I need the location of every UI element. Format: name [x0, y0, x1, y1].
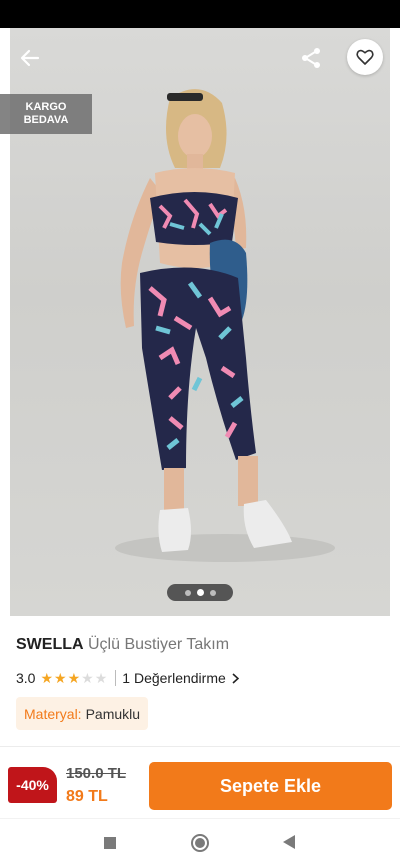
material-tag: Materyal: Pamuklu [16, 697, 149, 730]
rating-divider [115, 670, 117, 686]
nav-back-icon[interactable] [283, 835, 295, 849]
product-brand[interactable]: SWELLA [16, 636, 84, 653]
recents-icon[interactable] [104, 837, 116, 849]
section-divider [0, 746, 400, 747]
favorite-button[interactable] [347, 39, 383, 75]
free-shipping-line1: KARGO [25, 101, 67, 113]
rating-row: 3.0 ★ ★ ★ ★ ★ 1 Değerlendirme [16, 668, 239, 688]
add-to-cart-button[interactable]: Sepete Ekle [149, 762, 392, 810]
gallery-dot-active[interactable] [196, 589, 204, 596]
reviews-label: 1 Değerlendirme [122, 670, 226, 686]
chevron-right-icon [232, 672, 239, 684]
status-bar [0, 0, 400, 28]
rating-stars: ★ ★ ★ ★ ★ [40, 671, 107, 685]
share-icon [302, 48, 320, 68]
product-name: Üçlü Bustiyer Takım [88, 636, 230, 653]
back-button[interactable] [16, 44, 44, 72]
free-shipping-badge: KARGO BEDAVA [0, 94, 92, 134]
product-title: SWELLA Üçlü Bustiyer Takım [16, 636, 229, 654]
star-empty-icon: ★ [81, 670, 94, 686]
heart-icon [356, 49, 374, 65]
gallery-dot[interactable] [209, 589, 216, 596]
free-shipping-line2: BEDAVA [23, 114, 69, 126]
star-filled-icon: ★ [40, 670, 54, 686]
star-filled-icon: ★ [67, 670, 81, 686]
gallery-dot[interactable] [184, 589, 191, 596]
home-icon[interactable] [191, 834, 209, 852]
old-price: 150.0 TL [66, 765, 127, 782]
star-filled-icon: ★ [54, 670, 67, 686]
gallery-pagination[interactable] [167, 584, 233, 601]
material-label: Materyal: [24, 705, 82, 722]
discount-badge: -40% [8, 767, 57, 803]
new-price: 89 TL [66, 788, 108, 805]
star-empty-icon: ★ [94, 670, 108, 686]
system-nav-bar [0, 818, 400, 866]
material-value: Pamuklu [85, 705, 141, 722]
rating-score: 3.0 [16, 670, 36, 686]
reviews-link[interactable]: 1 Değerlendirme [122, 670, 239, 686]
arrow-left-icon [20, 49, 40, 67]
share-button[interactable] [296, 43, 326, 73]
